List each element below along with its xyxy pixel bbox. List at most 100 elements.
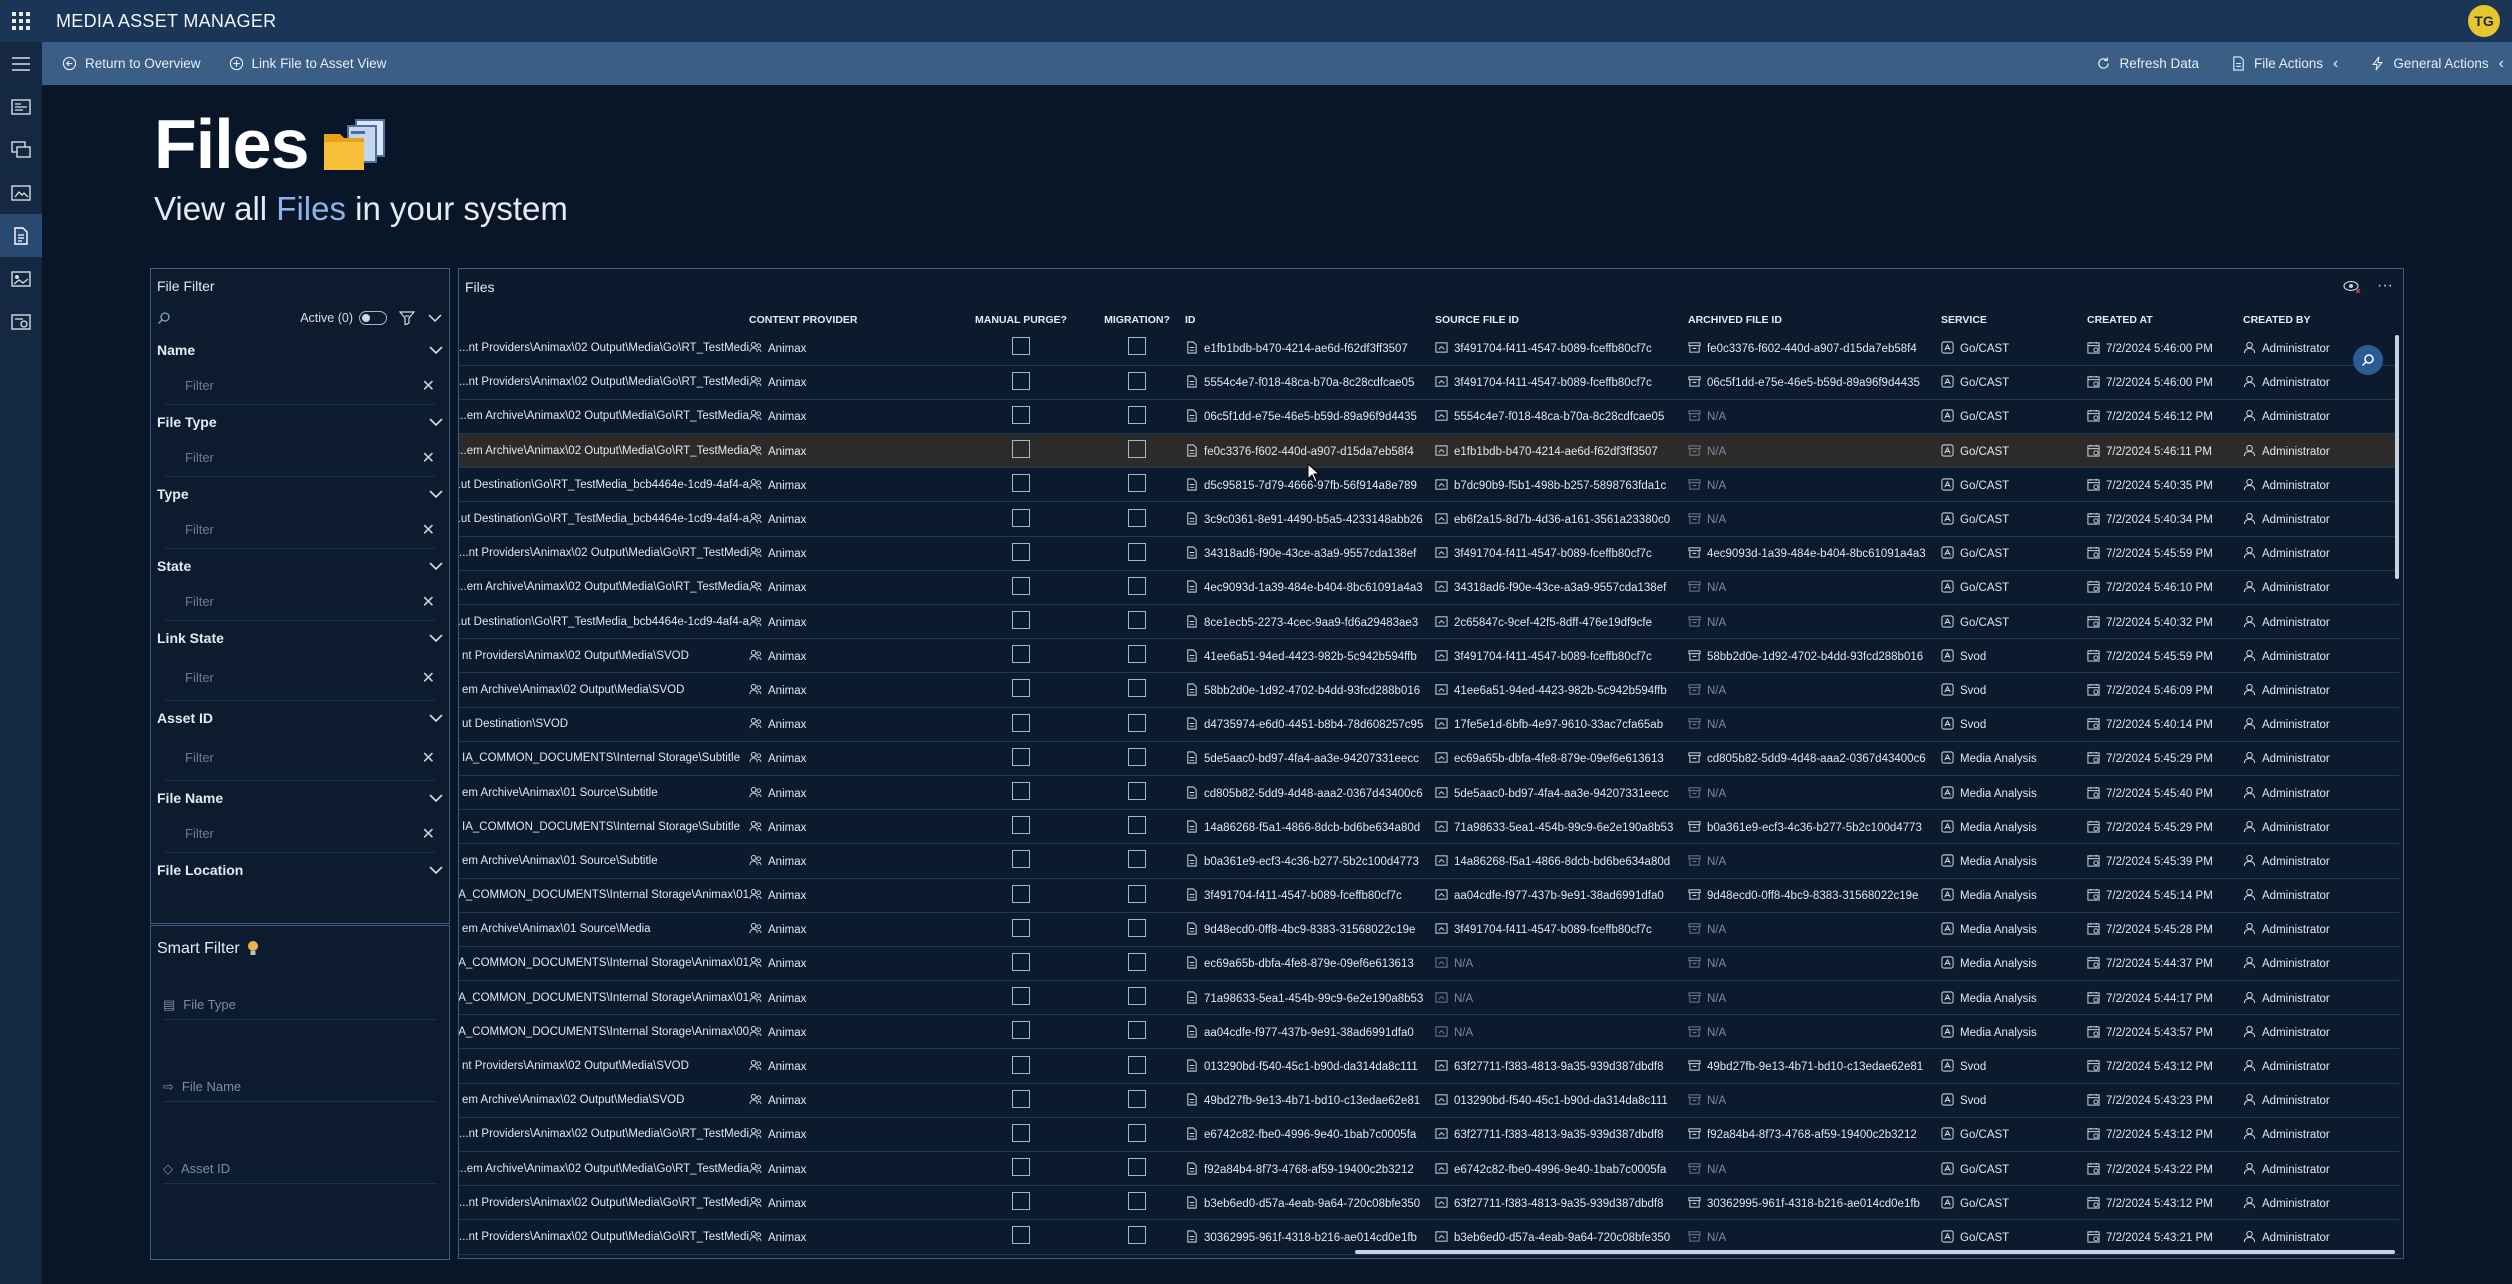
table-row[interactable]: em Archive\Animax\02 Output\Media\Go\RT_… <box>459 433 2399 469</box>
table-row[interactable]: nt Providers\Animax\02 Output\Media\SVOD… <box>459 1048 2399 1084</box>
manual-purge-checkbox[interactable] <box>1012 611 1030 630</box>
clear-icon[interactable]: ✕ <box>422 668 435 688</box>
filter-group-header[interactable]: File Name <box>157 781 443 815</box>
manual-purge-checkbox[interactable] <box>1012 747 1030 766</box>
chevron-down-icon[interactable] <box>429 417 443 427</box>
table-row[interactable]: nt Providers\Animax\02 Output\Media\Go\R… <box>459 331 2399 366</box>
column-header-service[interactable]: SERVICE <box>1941 309 2087 331</box>
table-row[interactable]: IA_COMMON_DOCUMENTS\Internal Storage\Ani… <box>459 946 2399 982</box>
migration-checkbox[interactable] <box>1128 1021 1146 1040</box>
filter-group-header[interactable]: Name <box>157 333 443 367</box>
search-icon[interactable] <box>157 311 171 325</box>
filter-input[interactable]: Filter ✕ <box>165 735 435 781</box>
table-row[interactable]: em Archive\Animax\02 Output\Media\Go\RT_… <box>459 570 2399 606</box>
migration-checkbox[interactable] <box>1128 1123 1146 1142</box>
migration-checkbox[interactable] <box>1128 1192 1146 1211</box>
table-row[interactable]: nt Providers\Animax\02 Output\Media\Go\R… <box>459 536 2399 571</box>
migration-checkbox[interactable] <box>1128 987 1146 1006</box>
general-actions-button[interactable]: General Actions ‹ <box>2362 42 2512 85</box>
migration-checkbox[interactable] <box>1128 1226 1146 1245</box>
migration-checkbox[interactable] <box>1128 679 1146 698</box>
manual-purge-checkbox[interactable] <box>1012 850 1030 869</box>
app-launcher-icon[interactable] <box>0 0 42 42</box>
filter-group-header[interactable]: Asset ID <box>157 701 443 735</box>
nav-files-icon[interactable] <box>0 214 42 257</box>
horizontal-scrollbar[interactable] <box>1355 1250 2395 1254</box>
table-row[interactable]: em Archive\Animax\02 Output\Media\Go\RT_… <box>459 399 2399 435</box>
table-row[interactable]: IA_COMMON_DOCUMENTS\Internal Storage\Ani… <box>459 878 2399 913</box>
manual-purge-checkbox[interactable] <box>1012 645 1030 664</box>
filter-group-header[interactable]: File Type <box>157 405 443 439</box>
manual-purge-checkbox[interactable] <box>1012 1158 1030 1177</box>
chevron-down-icon[interactable] <box>429 633 443 643</box>
column-header-created-at[interactable]: CREATED AT <box>2087 309 2243 331</box>
table-row[interactable]: nt Providers\Animax\02 Output\Media\Go\R… <box>459 1185 2399 1221</box>
manual-purge-checkbox[interactable] <box>1012 884 1030 903</box>
column-header-migration[interactable]: MIGRATION? <box>1089 309 1185 331</box>
filter-group-header[interactable]: Link State <box>157 621 443 655</box>
vertical-scrollbar[interactable] <box>2395 335 2399 579</box>
manual-purge-checkbox[interactable] <box>1012 371 1030 390</box>
clear-icon[interactable]: ✕ <box>422 748 435 768</box>
migration-checkbox[interactable] <box>1128 474 1146 493</box>
file-actions-button[interactable]: File Actions ‹ <box>2223 42 2346 85</box>
migration-checkbox[interactable] <box>1128 850 1146 869</box>
table-row[interactable]: em Archive\Animax\02 Output\Media\SVOD An… <box>459 672 2399 708</box>
manual-purge-checkbox[interactable] <box>1012 576 1030 595</box>
manual-purge-checkbox[interactable] <box>1012 1021 1030 1040</box>
manual-purge-checkbox[interactable] <box>1012 542 1030 561</box>
migration-checkbox[interactable] <box>1128 1089 1146 1108</box>
chevron-down-icon[interactable] <box>429 865 443 875</box>
table-row[interactable]: IA_COMMON_DOCUMENTS\Internal Storage\Sub… <box>459 809 2399 845</box>
migration-checkbox[interactable] <box>1128 713 1146 732</box>
filter-input[interactable]: Filter ✕ <box>165 815 435 853</box>
table-row[interactable]: IA_COMMON_DOCUMENTS\Internal Storage\Ani… <box>459 980 2399 1016</box>
chevron-down-icon[interactable] <box>429 713 443 723</box>
chevron-down-icon[interactable] <box>429 489 443 499</box>
grid-search-button[interactable] <box>2353 345 2383 375</box>
manual-purge-checkbox[interactable] <box>1012 679 1030 698</box>
nav-images-icon[interactable] <box>0 257 42 300</box>
link-file-button[interactable]: Link File to Asset View <box>221 42 395 85</box>
return-to-overview-button[interactable]: Return to Overview <box>54 42 209 85</box>
migration-checkbox[interactable] <box>1128 611 1146 630</box>
table-row[interactable]: em Archive\Animax\01 Source\Subtitle Anim… <box>459 775 2399 811</box>
user-avatar[interactable]: TG <box>2468 5 2500 37</box>
filter-input[interactable]: Filter ✕ <box>165 583 435 621</box>
filter-input[interactable]: Filter ✕ <box>165 655 435 701</box>
migration-checkbox[interactable] <box>1128 576 1146 595</box>
smart-filter-file-type[interactable]: ▤ File Type <box>163 990 437 1020</box>
filter-group-header[interactable]: File Location <box>157 853 443 887</box>
refresh-data-button[interactable]: Refresh Data <box>2088 42 2207 85</box>
migration-checkbox[interactable] <box>1128 816 1146 835</box>
clear-icon[interactable]: ✕ <box>422 520 435 540</box>
nav-assets-icon[interactable] <box>0 128 42 171</box>
table-row[interactable]: IA_COMMON_DOCUMENTS\Internal Storage\Ani… <box>459 1014 2399 1050</box>
table-row[interactable]: em Archive\Animax\02 Output\Media\SVOD An… <box>459 1083 2399 1118</box>
manual-purge-checkbox[interactable] <box>1012 918 1030 937</box>
smart-filter-file-name[interactable]: ⇨ File Name <box>163 1072 437 1102</box>
manual-purge-checkbox[interactable] <box>1012 405 1030 424</box>
chevron-down-icon[interactable] <box>429 561 443 571</box>
migration-checkbox[interactable] <box>1128 405 1146 424</box>
manual-purge-checkbox[interactable] <box>1012 952 1030 971</box>
manual-purge-checkbox[interactable] <box>1012 816 1030 835</box>
clear-icon[interactable]: ✕ <box>422 376 435 396</box>
table-row[interactable]: nt Providers\Animax\02 Output\Media\Go\R… <box>459 365 2399 400</box>
migration-checkbox[interactable] <box>1128 371 1146 390</box>
filter-input[interactable]: Filter ✕ <box>165 439 435 477</box>
column-header-created-by[interactable]: CREATED BY <box>2243 309 2399 331</box>
table-row[interactable]: IA_COMMON_DOCUMENTS\Internal Storage\Sub… <box>459 741 2399 776</box>
manual-purge-checkbox[interactable] <box>1012 713 1030 732</box>
clear-icon[interactable]: ✕ <box>422 592 435 612</box>
table-row[interactable]: nt Providers\Animax\02 Output\Media\SVOD… <box>459 638 2399 674</box>
hamburger-menu-icon[interactable] <box>0 42 42 85</box>
table-row[interactable]: em Archive\Animax\01 Source\Media Animax 9… <box>459 912 2399 947</box>
table-row[interactable]: ut Destination\Go\RT_TestMedia_bcb4464e-… <box>459 604 2399 640</box>
manual-purge-checkbox[interactable] <box>1012 1226 1030 1245</box>
migration-checkbox[interactable] <box>1128 337 1146 356</box>
table-row[interactable]: em Archive\Animax\02 Output\Media\Go\RT_… <box>459 1151 2399 1187</box>
migration-checkbox[interactable] <box>1128 747 1146 766</box>
column-header-content-provider[interactable]: CONTENT PROVIDER <box>749 309 953 331</box>
nav-dashboard-icon[interactable] <box>0 85 42 128</box>
